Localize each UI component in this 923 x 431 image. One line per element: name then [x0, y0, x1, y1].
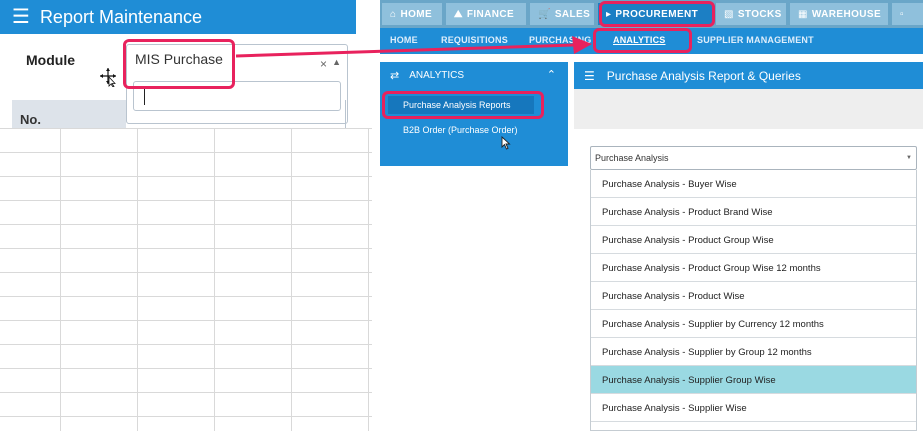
bar-chart-icon: ▧: [724, 8, 734, 20]
doc-icon: ▫: [900, 8, 904, 20]
tab-home[interactable]: ⌂ HOME: [382, 3, 442, 25]
list-item[interactable]: Purchase Analysis - Buyer Wise: [591, 170, 916, 198]
subnav-supplier-management[interactable]: SUPPLIER MANAGEMENT: [697, 35, 814, 45]
tab-label: FINANCE: [466, 8, 515, 20]
tab-label: HOME: [400, 8, 433, 20]
report-type-dropdown[interactable]: Purchase Analysis ▼: [590, 146, 917, 170]
sidebar-item-label: B2B Order (Purchase Order): [403, 125, 518, 135]
chevron-up-icon[interactable]: ⌃: [547, 68, 556, 81]
main-pane-title: Purchase Analysis Report & Queries: [606, 68, 801, 83]
tab-overflow[interactable]: ▫: [892, 3, 923, 25]
tab-stocks[interactable]: ▧ STOCKS: [716, 3, 786, 25]
warehouse-icon: ▦: [798, 8, 808, 20]
procurement-tab-highlight-box: [599, 1, 715, 27]
chevron-down-icon[interactable]: ▼: [906, 155, 912, 161]
mouse-pointer-icon: [501, 135, 511, 153]
header-gap: [356, 0, 372, 34]
main-pane: ☰ Purchase Analysis Report & Queries Pur…: [574, 62, 923, 431]
exchange-icon: ⇄: [390, 69, 400, 82]
bank-icon: ⛰: [454, 8, 463, 20]
clear-selection-icon[interactable]: ×: [320, 57, 327, 71]
list-item[interactable]: Purchase Analysis - Supplier by Currency…: [591, 310, 916, 338]
sidebar-header-label: ANALYTICS: [409, 69, 465, 81]
tab-sales[interactable]: 🛒 SALES: [530, 3, 594, 25]
report-options-list: Purchase Analysis - Buyer Wise Purchase …: [590, 170, 917, 431]
tab-label: WAREHOUSE: [811, 8, 882, 20]
analytics-highlight-box: [593, 28, 692, 53]
text-cursor: [144, 89, 145, 105]
tab-label: SALES: [554, 8, 591, 20]
list-item[interactable]: Purchase Analysis - Product Brand Wise: [591, 198, 916, 226]
subnav-requisitions[interactable]: REQUISITIONS: [441, 35, 508, 45]
cart-icon: 🛒: [538, 8, 551, 20]
list-item[interactable]: Purchase Analysis - Supplier by Group 12…: [591, 338, 916, 366]
dropdown-value: Purchase Analysis: [595, 153, 669, 163]
subnav-purchasing[interactable]: PURCHASING: [529, 35, 592, 45]
divider: [345, 100, 346, 128]
table-header-no: No.: [12, 100, 126, 128]
page-title: Report Maintenance: [39, 6, 203, 27]
sidebar-highlight-box: [382, 91, 544, 119]
list-item[interactable]: Purchase Analysis - Product Group Wise: [591, 226, 916, 254]
list-item[interactable]: Purchase Analysis - Product Wise: [591, 282, 916, 310]
procurement-panel: ⌂ HOME ⛰ FINANCE 🛒 SALES ▸ PROCUREMENT ▧…: [380, 0, 923, 431]
analytics-sidebar: ⇄ ANALYTICS ⌃ Purchase Analysis Reports …: [380, 62, 568, 166]
list-item[interactable]: Purchase Analysis - Supplier Wise: [591, 394, 916, 422]
sidebar-item-b2b-order[interactable]: B2B Order (Purchase Order): [388, 121, 548, 139]
caret-up-icon[interactable]: ▲: [332, 57, 341, 67]
move-cursor-icon: [99, 67, 117, 92]
list-item[interactable]: Purchase Analysis - Product Group Wise 1…: [591, 254, 916, 282]
list-item-selected[interactable]: Purchase Analysis - Supplier Group Wise: [591, 366, 916, 394]
tab-warehouse[interactable]: ▦ WAREHOUSE: [790, 3, 888, 25]
main-pane-header: ☰ Purchase Analysis Report & Queries: [574, 62, 923, 89]
home-icon: ⌂: [390, 8, 397, 20]
report-maintenance-header: ☰ Report Maintenance: [0, 0, 356, 34]
module-highlight-box: [123, 39, 235, 89]
module-label: Module: [26, 52, 75, 68]
sidebar-header[interactable]: ⇄ ANALYTICS ⌃: [380, 62, 568, 88]
toolbar-area: [574, 89, 923, 129]
tab-finance[interactable]: ⛰ FINANCE: [446, 3, 526, 25]
hamburger-menu-icon[interactable]: ☰: [12, 7, 30, 27]
tab-label: STOCKS: [737, 8, 782, 20]
hamburger-menu-icon[interactable]: ☰: [584, 69, 595, 83]
report-table-grid: [0, 128, 372, 431]
subnav-home[interactable]: HOME: [390, 35, 418, 45]
